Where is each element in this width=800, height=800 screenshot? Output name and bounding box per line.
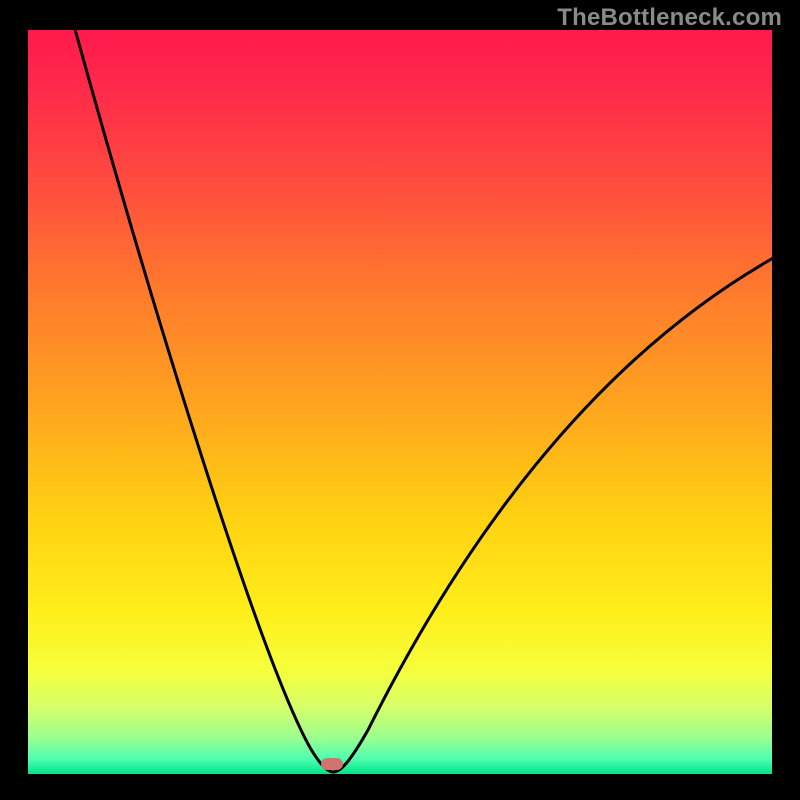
watermark-text: TheBottleneck.com (557, 4, 782, 32)
chart-frame: TheBottleneck.com (0, 0, 800, 800)
optimum-marker (321, 758, 343, 770)
bottleneck-curve (28, 30, 772, 774)
plot-area (28, 30, 772, 774)
curve-path (73, 30, 772, 772)
